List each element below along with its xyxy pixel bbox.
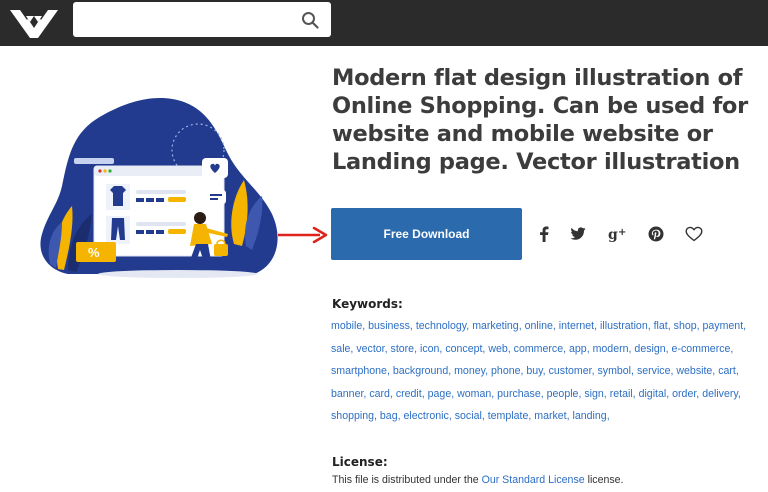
keyword-link[interactable]: symbol,	[597, 365, 634, 377]
search-icon[interactable]	[301, 11, 319, 29]
keyword-link[interactable]: e-commerce,	[672, 343, 734, 355]
keyword-link[interactable]: modern,	[593, 343, 632, 355]
keyword-link[interactable]: internet,	[559, 320, 597, 332]
top-navigation-bar	[0, 0, 768, 46]
keyword-link[interactable]: commerce,	[514, 343, 566, 355]
keyword-link[interactable]: customer,	[549, 365, 595, 377]
red-arrow-annotation	[278, 226, 328, 244]
keyword-link[interactable]: marketing,	[472, 320, 521, 332]
keyword-link[interactable]: shop,	[674, 320, 700, 332]
search-input[interactable]	[73, 2, 331, 37]
site-logo[interactable]	[8, 6, 60, 40]
license-text: This file is distributed under the Our S…	[332, 474, 624, 486]
keyword-link[interactable]: woman,	[457, 388, 494, 400]
keyword-link[interactable]: card,	[369, 388, 393, 400]
keyword-link[interactable]: people,	[547, 388, 582, 400]
keyword-link[interactable]: web,	[488, 343, 510, 355]
keyword-link[interactable]: landing,	[573, 410, 610, 422]
license-text-before: This file is distributed under the	[332, 474, 482, 486]
keyword-link[interactable]: website,	[676, 365, 715, 377]
keywords-heading: Keywords:	[332, 297, 403, 311]
twitter-icon[interactable]	[568, 224, 588, 244]
keyword-link[interactable]: technology,	[416, 320, 469, 332]
keyword-link[interactable]: delivery,	[702, 388, 741, 400]
keyword-link[interactable]: order,	[672, 388, 699, 400]
license-heading: License:	[332, 455, 388, 469]
title-line: Online Shopping. Can be used for	[332, 93, 748, 119]
page-title: Modern flat design illustration of Onlin…	[332, 64, 752, 176]
keyword-link[interactable]: phone,	[491, 365, 523, 377]
svg-text:+: +	[618, 227, 626, 238]
keyword-link[interactable]: credit,	[396, 388, 425, 400]
keyword-link[interactable]: business,	[368, 320, 413, 332]
keyword-link[interactable]: social,	[455, 410, 485, 422]
keyword-link[interactable]: retail,	[610, 388, 636, 400]
discount-badge-text: %	[88, 245, 100, 260]
keyword-link[interactable]: flat,	[654, 320, 671, 332]
keyword-link[interactable]: purchase,	[497, 388, 544, 400]
google-plus-icon[interactable]: g +	[606, 224, 630, 244]
keyword-link[interactable]: cart,	[718, 365, 739, 377]
keyword-link[interactable]: service,	[637, 365, 674, 377]
keyword-link[interactable]: concept,	[445, 343, 485, 355]
keyword-link[interactable]: vector,	[356, 343, 387, 355]
keyword-link[interactable]: template,	[488, 410, 532, 422]
pinterest-icon[interactable]	[646, 224, 666, 244]
keyword-link[interactable]: bag,	[380, 410, 401, 422]
keyword-link[interactable]: smartphone,	[331, 365, 390, 377]
keyword-link[interactable]: store,	[391, 343, 418, 355]
keyword-link[interactable]: shopping,	[331, 410, 377, 422]
keyword-link[interactable]: buy,	[526, 365, 545, 377]
keyword-link[interactable]: money,	[454, 365, 488, 377]
keyword-link[interactable]: illustration,	[600, 320, 651, 332]
chat-bubble-icon	[206, 190, 226, 204]
keyword-link[interactable]: sale,	[331, 343, 353, 355]
keyword-link[interactable]: design,	[634, 343, 668, 355]
keyword-link[interactable]: electronic,	[403, 410, 451, 422]
svg-text:g: g	[608, 227, 618, 242]
online-shopping-illustration: %	[40, 97, 278, 278]
free-download-button[interactable]: Free Download	[331, 208, 522, 260]
keyword-link[interactable]: banner,	[331, 388, 366, 400]
keyword-link[interactable]: market,	[534, 410, 569, 422]
keyword-link[interactable]: online,	[525, 320, 556, 332]
keyword-link[interactable]: mobile,	[331, 320, 365, 332]
license-text-after: license.	[584, 474, 624, 486]
title-line: Landing page. Vector illustration	[332, 149, 740, 175]
search-field[interactable]	[81, 8, 295, 32]
standard-license-link[interactable]: Our Standard License	[482, 474, 585, 486]
keyword-link[interactable]: icon,	[420, 343, 442, 355]
keyword-link[interactable]: payment,	[703, 320, 747, 332]
shopper-woman-icon	[194, 212, 206, 224]
keyword-link[interactable]: digital,	[639, 388, 670, 400]
title-line: Modern flat design illustration of	[332, 65, 743, 91]
keyword-link[interactable]: app,	[569, 343, 590, 355]
facebook-icon[interactable]	[534, 224, 554, 244]
heart-icon[interactable]	[684, 224, 704, 244]
keyword-link[interactable]: background,	[393, 365, 451, 377]
keyword-link[interactable]: sign,	[584, 388, 606, 400]
keywords-list: mobile, business, technology, marketing,…	[331, 315, 768, 428]
title-line: website and mobile website or	[332, 121, 713, 147]
keyword-link[interactable]: page,	[428, 388, 455, 400]
